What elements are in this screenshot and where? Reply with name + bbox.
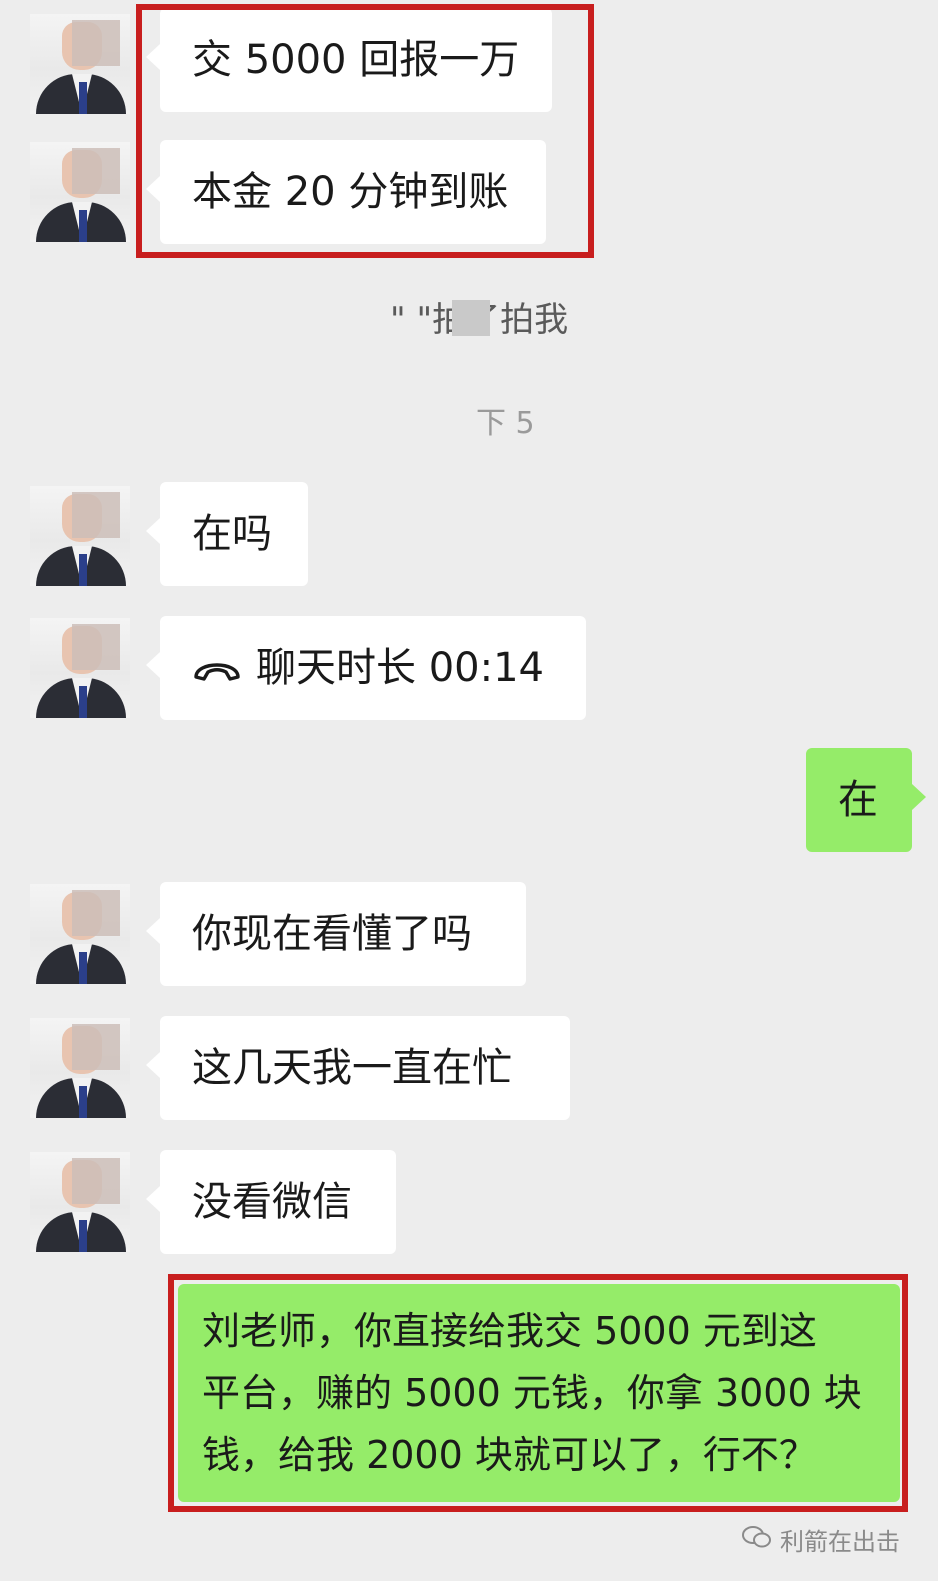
avatar[interactable]: [30, 14, 130, 114]
message-text: 你现在看懂了吗: [192, 911, 472, 957]
call-duration-text: 聊天时长 00:14: [256, 645, 544, 691]
message-text: 没看微信: [192, 1179, 352, 1225]
message-line: 钱，给我 2000 块就可以了，行不？: [202, 1433, 817, 1477]
message-text: 本金 20 分钟到账: [192, 169, 509, 215]
message-bubble[interactable]: 你现在看懂了吗: [146, 882, 526, 986]
message-bubble[interactable]: 没看微信: [146, 1150, 396, 1254]
message-bubble[interactable]: 交 5000 回报一万: [146, 8, 552, 112]
wechat-icon: [742, 1525, 772, 1555]
message-bubble[interactable]: 这几天我一直在忙: [146, 1016, 570, 1120]
message-bubble-outgoing[interactable]: 在: [806, 748, 926, 852]
avatar[interactable]: [30, 884, 130, 984]
message-bubble[interactable]: 在吗: [146, 482, 308, 586]
message-text: 交 5000 回报一万: [192, 37, 520, 83]
message-bubble-outgoing[interactable]: 刘老师，你直接给我交 5000 元到这 平台，赚的 5000 元钱，你拿 300…: [178, 1284, 900, 1502]
avatar[interactable]: [30, 1152, 130, 1252]
phone-hangup-icon: [192, 646, 242, 694]
avatar[interactable]: [30, 142, 130, 242]
timestamp-text: 下 5: [476, 406, 535, 441]
message-bubble[interactable]: 本金 20 分钟到账: [146, 140, 546, 244]
avatar[interactable]: [30, 618, 130, 718]
avatar[interactable]: [30, 486, 130, 586]
message-line: 平台，赚的 5000 元钱，你拿 3000 块: [202, 1371, 862, 1415]
message-text: 这几天我一直在忙: [192, 1045, 512, 1091]
timestamp: 下 5: [476, 398, 535, 442]
message-text: 在: [838, 777, 878, 823]
watermark: 利箭在出击: [742, 1522, 900, 1557]
call-record-bubble[interactable]: 聊天时长 00:14: [146, 616, 586, 720]
avatar[interactable]: [30, 1018, 130, 1118]
watermark-text: 利箭在出击: [780, 1528, 900, 1556]
message-line: 刘老师，你直接给我交 5000 元到这: [202, 1309, 817, 1353]
message-text: 在吗: [192, 511, 272, 557]
redaction-block: [452, 300, 490, 336]
